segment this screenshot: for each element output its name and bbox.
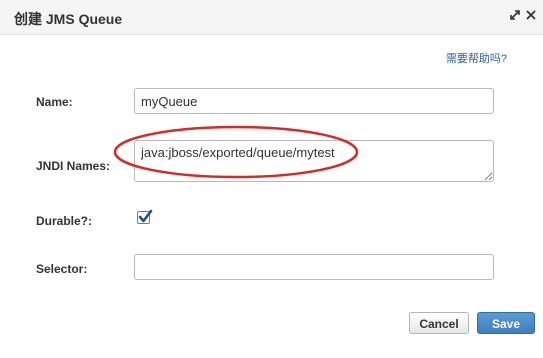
durable-label: Durable?: xyxy=(36,214,93,228)
name-input[interactable] xyxy=(134,88,494,114)
help-link[interactable]: 需要帮助吗? xyxy=(446,50,507,66)
dialog-titlebar: 创建 JMS Queue xyxy=(0,0,543,35)
selector-input[interactable] xyxy=(134,254,494,280)
dialog-title: 创建 JMS Queue xyxy=(14,11,123,27)
durable-checkbox[interactable] xyxy=(137,209,153,224)
checkmark-icon xyxy=(138,209,153,223)
save-button[interactable]: Save xyxy=(477,312,535,334)
jndi-names-input[interactable]: java:jboss/exported/queue/mytest xyxy=(134,140,494,182)
jndi-names-label: JNDI Names: xyxy=(36,159,111,173)
cancel-button[interactable]: Cancel xyxy=(409,312,469,334)
expand-icon[interactable] xyxy=(508,8,522,22)
close-icon[interactable] xyxy=(524,8,538,22)
create-jms-queue-dialog: 创建 JMS Queue 需要帮助吗? Name: JNDI Names: ja… xyxy=(0,0,543,358)
name-label: Name: xyxy=(36,95,73,109)
selector-label: Selector: xyxy=(36,262,88,276)
